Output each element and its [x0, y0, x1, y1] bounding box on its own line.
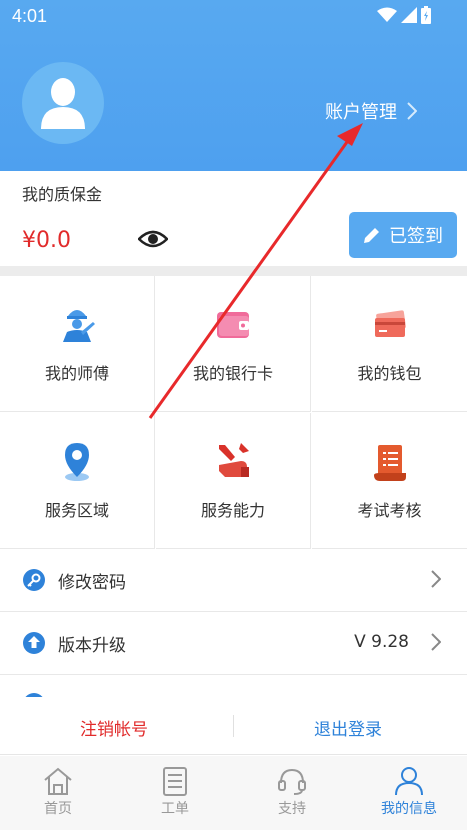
- master-icon: [63, 310, 95, 342]
- grid-item-label: 服务区域: [44, 501, 109, 520]
- row-version-upgrade[interactable]: 版本升级 V 9.28: [0, 613, 467, 675]
- chevron-right-icon: [431, 633, 441, 651]
- wallet-card-icon: [217, 312, 249, 338]
- account-actions: 注销帐号 退出登录: [0, 697, 467, 755]
- account-management-link[interactable]: 账户管理: [325, 96, 417, 126]
- row-change-password[interactable]: 修改密码: [0, 550, 467, 612]
- grid-item-label: 我的银行卡: [192, 364, 273, 383]
- headset-icon: [278, 768, 306, 795]
- user-silhouette-icon: [41, 78, 85, 129]
- tab-my-info[interactable]: 我的信息: [351, 756, 467, 830]
- grid-item-wallet[interactable]: 我的钱包: [312, 276, 467, 412]
- tab-label: 支持: [278, 801, 306, 817]
- chevron-right-icon: [407, 102, 417, 120]
- status-time: 4:01: [12, 6, 48, 26]
- scroll-icon: [373, 445, 406, 481]
- user-icon: [395, 767, 423, 796]
- signed-in-button[interactable]: 已签到: [349, 212, 457, 258]
- grid-item-my-master[interactable]: 我的师傅: [0, 276, 155, 412]
- tab-label: 首页: [44, 801, 72, 817]
- signal-icon: [401, 7, 417, 23]
- tab-home[interactable]: 首页: [0, 756, 116, 830]
- cards-icon: [374, 310, 406, 337]
- profile-header: 4:01 账户管理: [0, 0, 467, 171]
- bottom-tab-bar: 首页 工单 支持 我的信息: [0, 756, 467, 830]
- deposit-panel: 我的质保金 ¥0.0 已签到: [0, 171, 467, 266]
- grid-item-exam[interactable]: 考试考核: [312, 413, 467, 549]
- tab-support[interactable]: 支持: [234, 756, 350, 830]
- grid-item-label: 我的钱包: [357, 364, 422, 383]
- grid-item-bank-card[interactable]: 我的银行卡: [156, 276, 311, 412]
- wifi-icon: [377, 7, 397, 22]
- row-label: 版本升级: [58, 636, 126, 656]
- avatar[interactable]: [22, 62, 104, 144]
- deposit-amount: ¥0.0: [22, 228, 71, 253]
- logout-button[interactable]: 退出登录: [314, 715, 382, 740]
- upgrade-icon: [23, 632, 45, 654]
- home-icon: [44, 767, 72, 795]
- signed-in-label: 已签到: [389, 226, 443, 247]
- grid-item-label: 我的师傅: [44, 364, 109, 383]
- pencil-icon: [364, 228, 379, 243]
- tab-label: 我的信息: [381, 801, 437, 817]
- grid-item-label: 服务能力: [200, 501, 265, 520]
- tools-hand-icon: [219, 443, 249, 477]
- tab-work-order[interactable]: 工单: [117, 756, 233, 830]
- feature-grid: 我的师傅 我的银行卡 我的钱包 服务区域 服务能力 考试考核: [0, 276, 467, 549]
- grid-item-service-area[interactable]: 服务区域: [0, 413, 155, 549]
- grid-item-service-ability[interactable]: 服务能力: [156, 413, 311, 549]
- battery-icon: [421, 6, 431, 24]
- actions-divider: [233, 715, 234, 737]
- row-label: 修改密码: [58, 573, 126, 593]
- tab-label: 工单: [161, 801, 189, 817]
- location-pin-icon: [65, 443, 89, 481]
- key-icon: [23, 569, 45, 591]
- eye-icon[interactable]: [138, 229, 168, 249]
- grid-item-label: 考试考核: [357, 501, 422, 520]
- row-partial-hidden: [0, 676, 467, 697]
- status-icons: [377, 6, 431, 24]
- deposit-label: 我的质保金: [22, 185, 103, 204]
- version-value: V 9.28: [354, 632, 409, 652]
- document-icon: [163, 767, 187, 796]
- section-divider: [0, 266, 467, 276]
- cancel-account-button[interactable]: 注销帐号: [80, 715, 148, 740]
- chevron-right-icon: [431, 570, 441, 588]
- status-bar: 4:01: [0, 0, 467, 32]
- account-link-label: 账户管理: [325, 102, 397, 123]
